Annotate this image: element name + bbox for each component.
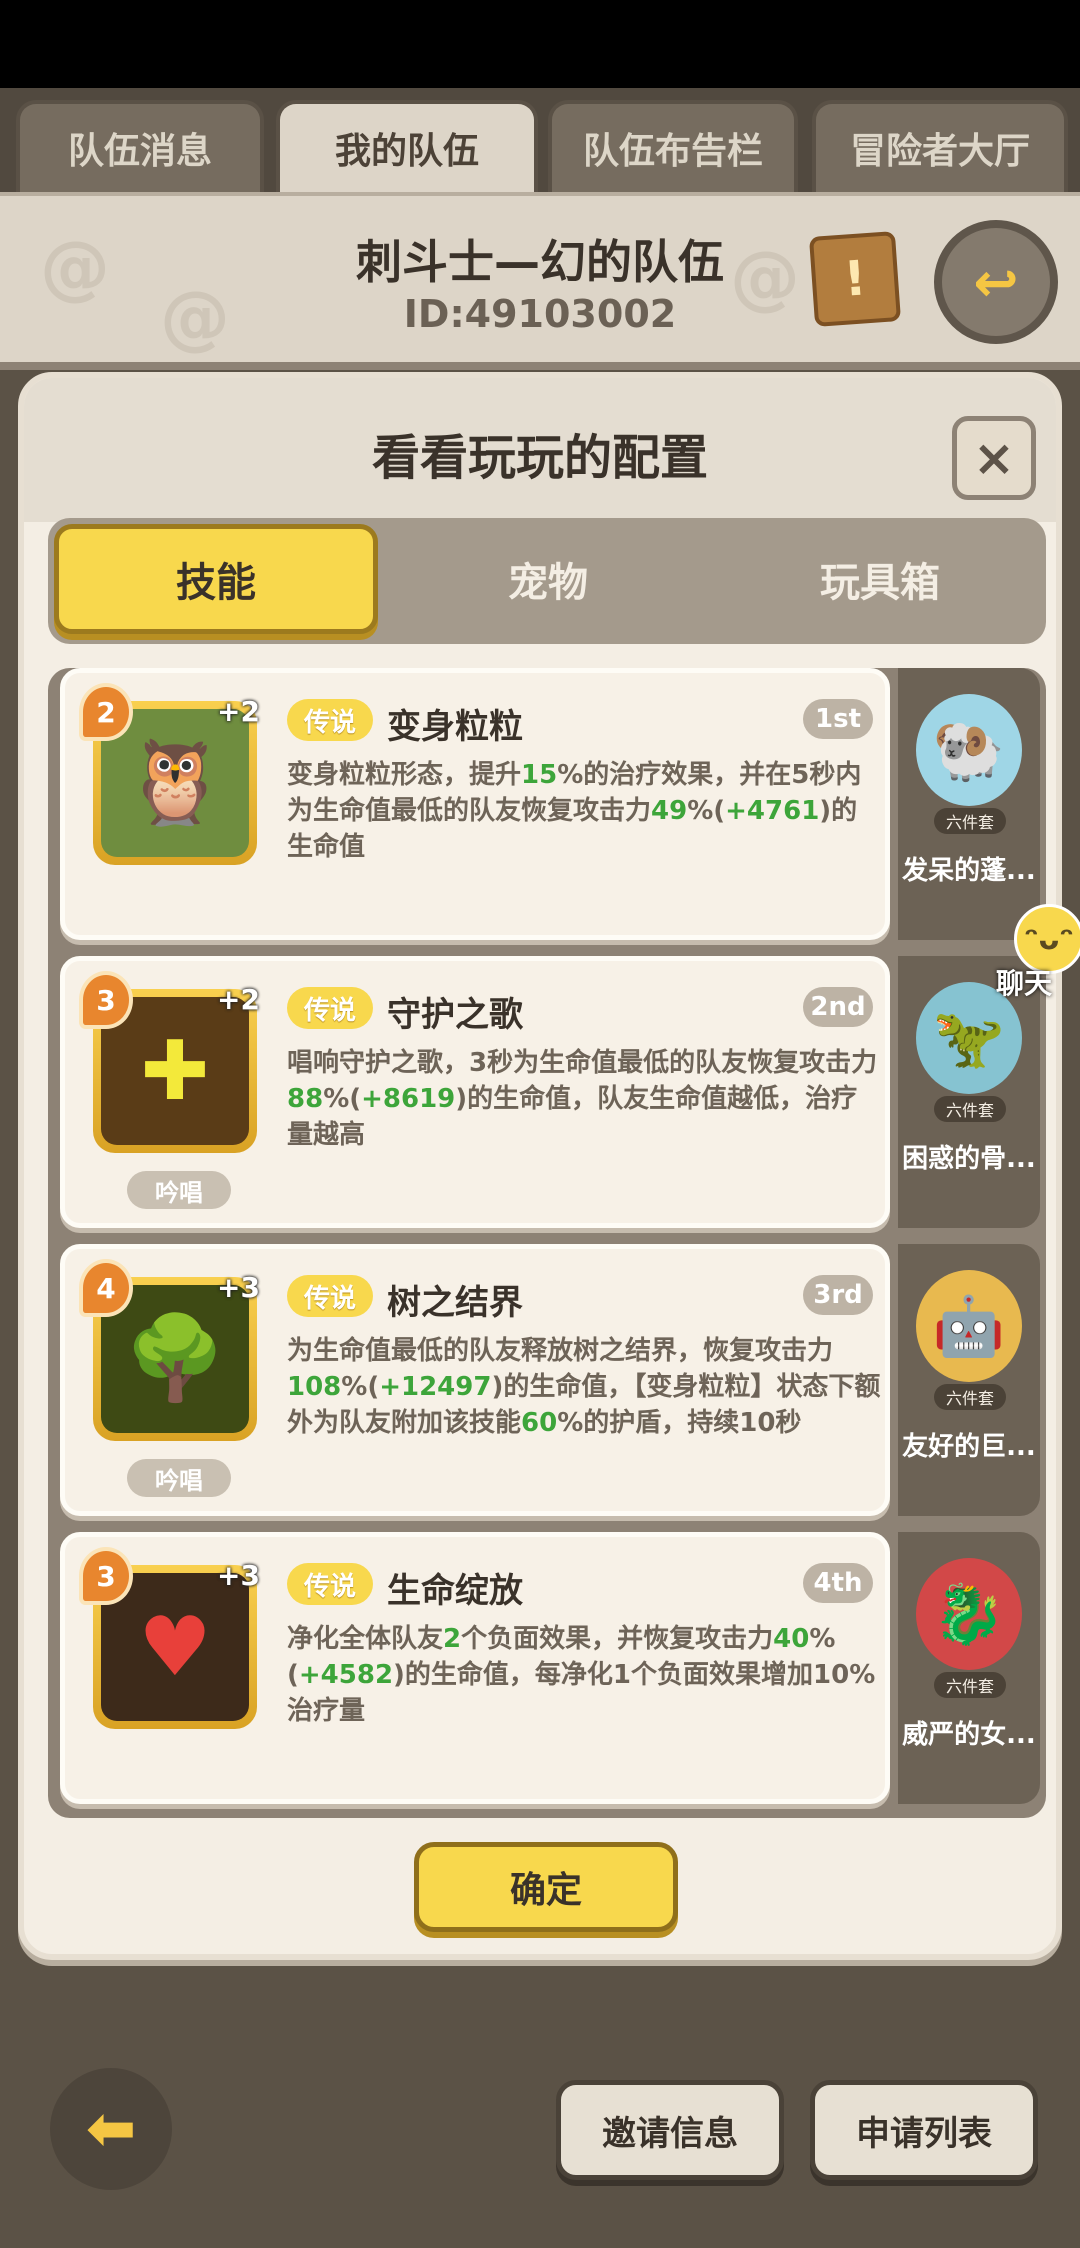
invite-info-button[interactable]: 邀请信息 (556, 2080, 784, 2180)
highlight-value: 60 (521, 1408, 558, 1438)
highlight-value: +8619 (361, 1084, 456, 1114)
skill-description: 唱响守护之歌，3秒为生命值最低的队友恢复攻击力88%(+8619)的生命值，队友… (287, 1045, 881, 1153)
skill-card[interactable]: 🦉 2 +2 传说 变身粒粒 1st 变身粒粒形态，提升15%的治疗效果，并在5… (60, 668, 890, 940)
skill-name: 守护之歌 (387, 995, 523, 1035)
desc-text: 变身粒粒形态，提升 (287, 760, 522, 790)
pet-name: 困惑的骨... (902, 1144, 1036, 1174)
chat-button[interactable]: ᵔᴗᵔ 聊天 (976, 904, 1080, 1014)
skill-plus: +2 (217, 983, 260, 1016)
skill-name: 树之结界 (387, 1283, 523, 1323)
pet-name: 威严的女... (902, 1720, 1036, 1750)
legendary-badge: 传说 (287, 699, 373, 741)
confirm-button[interactable]: 确定 (414, 1842, 678, 1932)
skill-level: 4 (79, 1259, 133, 1317)
team-name: 刺斗士—幻的队伍 (356, 235, 724, 289)
highlight-value: 108 (287, 1372, 342, 1402)
skill-card[interactable]: 🌳 4 +3 吟唱 传说 树之结界 3rd 为生命值最低的队友释放树之结界，恢复… (60, 1244, 890, 1516)
pet-set-badge: 六件套 (934, 1672, 1006, 1698)
pet-card[interactable]: 🤖 六件套 友好的巨... (898, 1244, 1040, 1516)
chant-tag: 吟唱 (127, 1171, 231, 1209)
skill-name: 变身粒粒 (387, 707, 523, 747)
desc-text: %( (687, 796, 726, 826)
chat-label: 聊天 (995, 967, 1052, 1000)
desc-text: 个负面效果，并恢复攻击力 (461, 1624, 774, 1654)
skill-level: 3 (79, 1547, 133, 1605)
skill-card[interactable]: ♥ 3 +3 传说 生命绽放 4th 净化全体队友2个负面效果，并恢复攻击力40… (60, 1532, 890, 1804)
skill-plus: +3 (217, 1271, 260, 1304)
highlight-value: 15 (521, 760, 558, 790)
back-arrow-icon[interactable]: ⬅ (50, 2068, 172, 2190)
tab-team-bulletin[interactable]: 队伍布告栏 (548, 100, 798, 192)
scroll-notice-icon[interactable]: ! (808, 231, 902, 327)
pet-set-badge: 六件套 (934, 1096, 1006, 1122)
skill-level: 3 (79, 971, 133, 1029)
pet-card[interactable]: 🐏 六件套 发呆的蓬... (898, 668, 1040, 940)
dialog-title: 看看玩玩的配置 (371, 430, 708, 486)
close-icon: × (973, 429, 1015, 487)
config-dialog: 看看玩玩的配置 × 技能 宠物 玩具箱 🦉 2 +2 传说 变身粒粒 1st 变… (18, 372, 1062, 1960)
close-button[interactable]: × (952, 416, 1036, 500)
desc-text: %( (323, 1084, 362, 1114)
skill-plus: +3 (217, 1559, 260, 1592)
tab-skills[interactable]: 技能 (54, 524, 378, 634)
desc-text: 唱响守护之歌，3秒为生命值最低的队友恢复攻击力 (287, 1048, 878, 1078)
desc-text: %( (341, 1372, 380, 1402)
pet-red-dragon-icon: 🐉 (916, 1558, 1022, 1670)
highlight-value: +4761 (725, 796, 820, 826)
highlight-value: +12497 (379, 1372, 492, 1402)
top-tab-bar: 队伍消息 我的队伍 队伍布告栏 冒险者大厅 (0, 88, 1080, 192)
skill-name: 生命绽放 (387, 1571, 523, 1611)
skill-rank: 2nd (803, 987, 873, 1027)
legendary-badge: 传说 (287, 987, 373, 1029)
skill-rank: 4th (803, 1563, 873, 1603)
status-bar (0, 0, 1080, 88)
desc-text: 为生命值最低的队友释放树之结界，恢复攻击力 (287, 1336, 834, 1366)
highlight-value: +4582 (298, 1660, 394, 1690)
pet-name: 发呆的蓬... (902, 856, 1036, 886)
tab-adventurer-hall[interactable]: 冒险者大厅 (812, 100, 1068, 192)
exit-team-icon[interactable]: ↩ (934, 220, 1058, 344)
tab-pets[interactable]: 宠物 (388, 524, 708, 634)
config-tabs: 技能 宠物 玩具箱 (48, 518, 1046, 644)
desc-text: %的护盾，持续10秒 (557, 1408, 802, 1438)
skill-rank: 1st (803, 699, 873, 739)
pet-set-badge: 六件套 (934, 808, 1006, 834)
highlight-value: 88 (287, 1084, 324, 1114)
apply-list-button[interactable]: 申请列表 (810, 2080, 1038, 2180)
skills-list: 🦉 2 +2 传说 变身粒粒 1st 变身粒粒形态，提升15%的治疗效果，并在5… (48, 668, 1046, 1818)
skill-rank: 3rd (803, 1275, 873, 1315)
pet-set-badge: 六件套 (934, 1384, 1006, 1410)
skill-plus: +2 (217, 695, 260, 728)
skill-card[interactable]: ✚ 3 +2 吟唱 传说 守护之歌 2nd 唱响守护之歌，3秒为生命值最低的队友… (60, 956, 890, 1228)
skill-description: 为生命值最低的队友释放树之结界，恢复攻击力108%(+12497)的生命值，【变… (287, 1333, 881, 1441)
legendary-badge: 传说 (287, 1275, 373, 1317)
desc-text: 净化全体队友 (287, 1624, 444, 1654)
skill-description: 净化全体队友2个负面效果，并恢复攻击力40%(+4582)的生命值，每净化1个负… (287, 1621, 881, 1729)
tab-team-messages[interactable]: 队伍消息 (16, 100, 264, 192)
pet-name: 友好的巨... (902, 1432, 1036, 1462)
highlight-value: 2 (443, 1624, 462, 1654)
pet-blue-ram-icon: 🐏 (916, 694, 1022, 806)
chant-tag: 吟唱 (127, 1459, 231, 1497)
highlight-value: 40 (773, 1624, 810, 1654)
tab-my-team[interactable]: 我的队伍 (276, 100, 538, 192)
skill-level: 2 (79, 683, 133, 741)
team-header: @ @ @ 刺斗士—幻的队伍 ID:49103002 ! ↩ (0, 192, 1080, 370)
skill-description: 变身粒粒形态，提升15%的治疗效果，并在5秒内为生命值最低的队友恢复攻击力49%… (287, 757, 881, 865)
pet-golem-icon: 🤖 (916, 1270, 1022, 1382)
highlight-value: 49 (651, 796, 688, 826)
team-id: ID:49103002 (403, 292, 677, 336)
tab-toybox[interactable]: 玩具箱 (720, 524, 1040, 634)
legendary-badge: 传说 (287, 1563, 373, 1605)
pet-card[interactable]: 🐉 六件套 威严的女... (898, 1532, 1040, 1804)
